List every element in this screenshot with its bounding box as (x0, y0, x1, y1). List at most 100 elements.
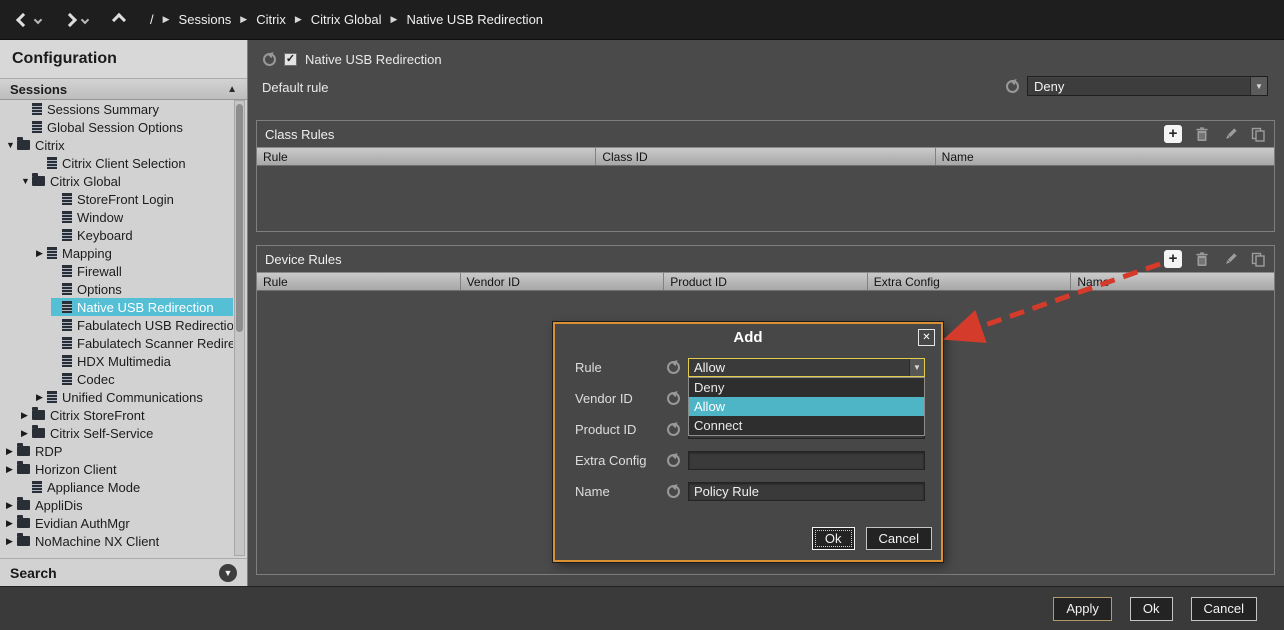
expand-icon[interactable]: ▶ (36, 248, 47, 259)
apply-button[interactable]: Apply (1053, 597, 1112, 621)
up-level-button[interactable] (114, 15, 124, 25)
ok-button[interactable]: Ok (1130, 597, 1173, 621)
rule-option-deny[interactable]: Deny (689, 378, 924, 397)
chevron-down-icon[interactable]: ▼ (909, 359, 924, 376)
tree-item-sessions-summary[interactable]: Sessions Summary (0, 100, 233, 118)
tree-item-evidian-authmgr[interactable]: ▶Evidian AuthMgr (0, 514, 233, 532)
dialog-cancel-button[interactable]: Cancel (866, 527, 932, 550)
class-rules-edit-button[interactable] (1222, 126, 1238, 142)
tree-item-rdp[interactable]: ▶RDP (0, 442, 233, 460)
class-rules-column-rule[interactable]: Rule (257, 148, 596, 165)
tree-item-global-session-options[interactable]: Global Session Options (0, 118, 233, 136)
tree-item-keyboard[interactable]: Keyboard (0, 226, 233, 244)
tree-item-nomachine-nx-client[interactable]: ▶NoMachine NX Client (0, 532, 233, 550)
search-section-header[interactable]: Search ▼ (0, 558, 247, 586)
device-rules-column-rule[interactable]: Rule (257, 273, 461, 290)
tree-item-window[interactable]: Window (0, 208, 233, 226)
reset-icon[interactable] (667, 423, 680, 436)
reset-icon[interactable] (667, 485, 680, 498)
collapse-icon[interactable]: ▼ (6, 140, 17, 150)
class-rules-add-button[interactable]: + (1164, 125, 1182, 143)
tree-item-inner: Window (51, 208, 233, 226)
tree-item-options[interactable]: Options (0, 280, 233, 298)
expand-icon[interactable]: ▶ (21, 428, 32, 439)
sidebar-scrollbar[interactable] (234, 100, 245, 556)
tree-item-citrix-storefront[interactable]: ▶Citrix StoreFront (0, 406, 233, 424)
tree-item-fabulatech-usb-redirection[interactable]: Fabulatech USB Redirection (0, 316, 233, 334)
chevron-down-icon[interactable]: ▼ (1250, 77, 1267, 95)
expand-icon[interactable]: ▶ (21, 410, 32, 421)
device-rules-copy-button[interactable] (1250, 251, 1266, 267)
tree-item-appliance-mode[interactable]: Appliance Mode (0, 478, 233, 496)
expand-icon[interactable]: ▶ (6, 536, 17, 547)
extra-config-input[interactable] (688, 451, 925, 470)
device-rules-delete-button[interactable] (1194, 251, 1210, 267)
tree-item-citrix[interactable]: ▼Citrix (0, 136, 233, 154)
breadcrumb-item[interactable]: Native USB Redirection (406, 12, 543, 27)
reset-icon[interactable] (263, 53, 276, 66)
tree-item-mapping[interactable]: ▶Mapping (0, 244, 233, 262)
reset-icon[interactable] (1006, 80, 1019, 93)
tree-item-codec[interactable]: Codec (0, 370, 233, 388)
device-rules-add-button[interactable]: + (1164, 250, 1182, 268)
sessions-section-header[interactable]: Sessions ▲ (0, 78, 247, 100)
vendor-id-label: Vendor ID (575, 391, 667, 406)
default-rule-dropdown[interactable]: Deny ▼ (1027, 76, 1268, 96)
breadcrumb-item[interactable]: Citrix Global (311, 12, 382, 27)
tree-item-fabulatech-scanner-redirection[interactable]: Fabulatech Scanner Redirection (0, 334, 233, 352)
doc-icon (32, 481, 42, 493)
tree-item-citrix-self-service[interactable]: ▶Citrix Self-Service (0, 424, 233, 442)
back-button[interactable] (18, 15, 41, 25)
cancel-button[interactable]: Cancel (1191, 597, 1257, 621)
tree-item-storefront-login[interactable]: StoreFront Login (0, 190, 233, 208)
class-rules-delete-button[interactable] (1194, 126, 1210, 142)
name-input[interactable] (688, 482, 925, 501)
tree-item-inner: ▶NoMachine NX Client (6, 532, 233, 550)
reset-icon[interactable] (667, 361, 680, 374)
sidebar-scrollbar-thumb[interactable] (236, 104, 243, 332)
native-usb-redirection-checkbox[interactable]: ✓ (284, 53, 297, 66)
tree-item-applidis[interactable]: ▶AppliDis (0, 496, 233, 514)
forward-history-caret-icon[interactable] (81, 15, 89, 23)
breadcrumb: /▶Sessions▶Citrix▶Citrix Global▶Native U… (150, 12, 543, 27)
section-collapse-icon[interactable]: ▲ (227, 84, 237, 95)
breadcrumb-item[interactable]: / (150, 12, 154, 27)
tree-item-horizon-client[interactable]: ▶Horizon Client (0, 460, 233, 478)
rule-dropdown[interactable]: Allow ▼ (688, 358, 925, 377)
tree-item-inner: ▶AppliDis (6, 496, 233, 514)
folder-icon (17, 500, 30, 510)
dialog-ok-button[interactable]: Ok (812, 527, 855, 550)
device-rules-column-extra-config[interactable]: Extra Config (868, 273, 1072, 290)
expand-icon[interactable]: ▶ (6, 500, 17, 511)
collapse-icon[interactable]: ▼ (21, 176, 32, 186)
expand-icon[interactable]: ▶ (36, 392, 47, 403)
tree-item-citrix-global[interactable]: ▼Citrix Global (0, 172, 233, 190)
search-expand-button[interactable]: ▼ (219, 564, 237, 582)
class-rules-copy-button[interactable] (1250, 126, 1266, 142)
breadcrumb-item[interactable]: Sessions (179, 12, 232, 27)
reset-icon[interactable] (667, 392, 680, 405)
rule-option-allow[interactable]: Allow (689, 397, 924, 416)
device-rules-column-name[interactable]: Name (1071, 273, 1274, 290)
dialog-close-button[interactable]: ✕ (918, 329, 935, 346)
rule-option-connect[interactable]: Connect (689, 416, 924, 435)
back-history-caret-icon[interactable] (34, 15, 42, 23)
tree-item-inner: ▶Evidian AuthMgr (6, 514, 233, 532)
breadcrumb-item[interactable]: Citrix (256, 12, 286, 27)
device-rules-column-product-id[interactable]: Product ID (664, 273, 868, 290)
tree-item-unified-communications[interactable]: ▶Unified Communications (0, 388, 233, 406)
forward-button[interactable] (65, 15, 88, 25)
tree-item-firewall[interactable]: Firewall (0, 262, 233, 280)
class-rules-column-name[interactable]: Name (936, 148, 1274, 165)
expand-icon[interactable]: ▶ (6, 518, 17, 529)
tree-item-hdx-multimedia[interactable]: HDX Multimedia (0, 352, 233, 370)
default-rule-controls: Deny ▼ (1006, 76, 1268, 96)
tree-item-native-usb-redirection[interactable]: Native USB Redirection (0, 298, 233, 316)
reset-icon[interactable] (667, 454, 680, 467)
tree-item-citrix-client-selection[interactable]: Citrix Client Selection (0, 154, 233, 172)
expand-icon[interactable]: ▶ (6, 446, 17, 457)
device-rules-edit-button[interactable] (1222, 251, 1238, 267)
device-rules-column-vendor-id[interactable]: Vendor ID (461, 273, 665, 290)
expand-icon[interactable]: ▶ (6, 464, 17, 475)
class-rules-column-class-id[interactable]: Class ID (596, 148, 935, 165)
